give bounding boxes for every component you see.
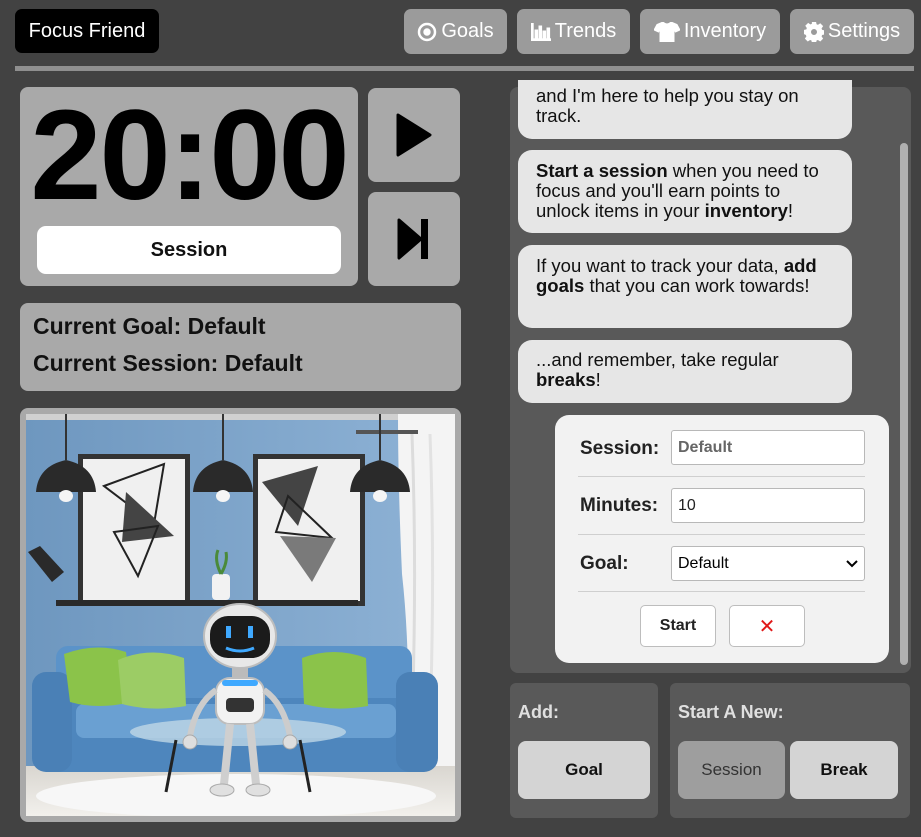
add-goal-button[interactable]: Goal	[518, 741, 650, 799]
form-divider	[578, 534, 865, 535]
nav-inventory-button[interactable]: Inventory	[640, 9, 780, 54]
chat-bold-text: breaks	[536, 369, 596, 390]
skip-button[interactable]	[368, 192, 460, 286]
cancel-button[interactable]: ✕	[729, 605, 805, 647]
minutes-field-label: Minutes:	[580, 495, 659, 516]
nav-settings-button[interactable]: Settings	[790, 9, 914, 54]
goal-select-value: Default	[678, 554, 729, 572]
chat-bubble: and I'm here to help you stay on track.	[518, 80, 852, 139]
nav-settings-label: Settings	[827, 20, 901, 42]
start-new-heading: Start A New:	[678, 702, 784, 722]
current-goal-text: Current Goal: Default	[33, 313, 266, 339]
app-title: Focus Friend	[15, 9, 159, 53]
chat-bubble: Start a session when you need to focus a…	[518, 150, 852, 233]
goal-select[interactable]: Default	[671, 546, 865, 581]
tshirt-icon	[653, 21, 680, 42]
form-divider	[578, 476, 865, 477]
chat-text: ...and remember, take regular	[536, 349, 779, 370]
play-button[interactable]	[368, 88, 460, 182]
bar-chart-icon	[530, 22, 551, 41]
chevron-down-icon	[846, 559, 858, 567]
chat-bubble: ...and remember, take regular breaks!	[518, 340, 852, 403]
chat-text: track.	[536, 105, 582, 126]
chat-scrollbar[interactable]	[900, 143, 908, 665]
new-break-button[interactable]: Break	[790, 741, 898, 799]
target-icon	[418, 22, 437, 41]
header-divider	[15, 66, 914, 71]
nav-inventory-label: Inventory	[683, 20, 767, 42]
add-heading: Add:	[518, 702, 559, 722]
companion-scene	[20, 408, 461, 822]
timer-display: 20:00	[30, 84, 349, 227]
nav-trends-button[interactable]: Trends	[517, 9, 630, 54]
form-divider	[578, 591, 865, 592]
timer-mode-label: Session	[37, 226, 341, 274]
chat-text: !	[787, 200, 794, 221]
chat-text: that you can work towards!	[584, 275, 810, 296]
chat-bold-text: inventory	[704, 200, 788, 221]
gear-icon	[803, 21, 824, 42]
new-session-button[interactable]: Session	[678, 741, 785, 799]
session-field-label: Session:	[580, 438, 660, 459]
play-icon	[396, 113, 432, 157]
room-illustration	[26, 414, 455, 816]
nav-trends-label: Trends	[554, 20, 617, 42]
nav-goals-label: Goals	[441, 20, 494, 42]
goal-field-label: Goal:	[580, 553, 629, 574]
chat-text: If you want to track your data,	[536, 255, 784, 276]
chat-text: and I'm here to help you stay on	[536, 85, 799, 106]
nav-goals-button[interactable]: Goals	[404, 9, 507, 54]
chat-text: !	[595, 369, 601, 390]
minutes-input[interactable]: 10	[671, 488, 865, 523]
current-session-text: Current Session: Default	[33, 350, 303, 376]
session-name-input[interactable]: Default	[671, 430, 865, 465]
chat-bubble: If you want to track your data, add goal…	[518, 245, 852, 328]
skip-forward-icon	[397, 218, 428, 260]
chat-bold-text: Start a session	[536, 160, 668, 181]
start-button[interactable]: Start	[640, 605, 716, 647]
